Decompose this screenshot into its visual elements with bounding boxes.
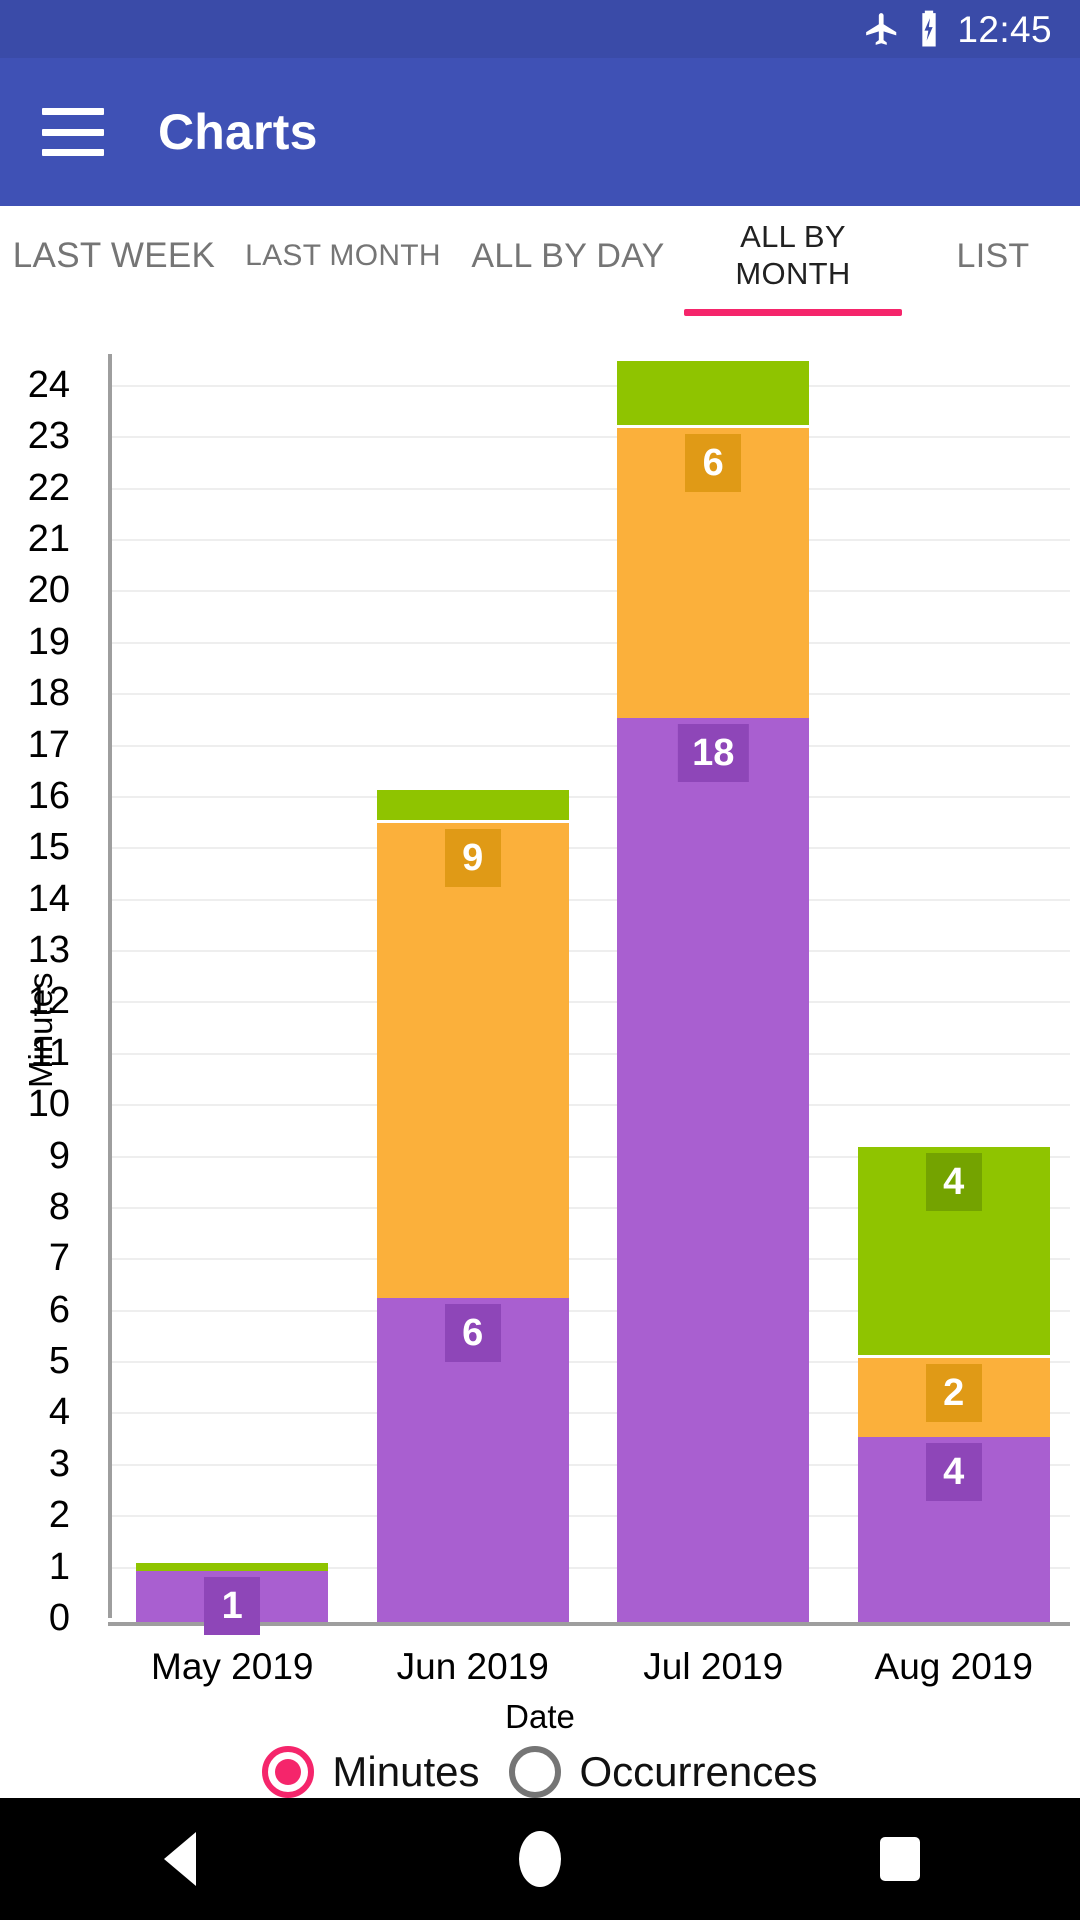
y-axis-tick-label: 17 <box>27 723 70 766</box>
nav-back-button[interactable] <box>105 1798 255 1920</box>
bar-segment-green[interactable] <box>136 1560 329 1571</box>
bar-value-label: 4 <box>925 1443 982 1502</box>
nav-home-button[interactable] <box>465 1798 615 1920</box>
x-axis-tick-label: Aug 2019 <box>874 1646 1033 1687</box>
bar-segment-orange[interactable]: 2 <box>857 1354 1050 1438</box>
bar-value-label: 18 <box>678 723 749 782</box>
radio-occurrences-icon[interactable] <box>509 1746 562 1798</box>
y-axis-tick-label: 21 <box>27 517 70 560</box>
y-axis-tick-label: 23 <box>27 415 70 458</box>
chart-area: Minutes 0 1 2 3 4 5 6 7 8 9 10 11 12 13 14 15 16 17 18 19 20… <box>0 328 1080 1798</box>
bar-value-label: 6 <box>444 1304 501 1363</box>
back-triangle-icon <box>164 1832 196 1886</box>
y-axis-tick-label: 2 <box>48 1494 70 1537</box>
tab-bar: LAST WEEK LAST MONTH ALL BY DAY ALL BY M… <box>0 206 1080 328</box>
page-title: Charts <box>158 104 318 160</box>
bar-segment-orange[interactable]: 6 <box>617 424 810 718</box>
tab-all-by-month[interactable]: ALL BY MONTH <box>678 206 908 328</box>
home-circle-icon <box>519 1831 561 1887</box>
x-axis-tick-label: Jul 2019 <box>643 1646 784 1687</box>
android-nav-bar <box>0 1798 1080 1920</box>
status-bar-time: 12:45 <box>957 8 1052 50</box>
plot-region: 0 1 2 3 4 5 6 7 8 9 10 11 12 13 14 15 16 17 18 19 20 21 22 23 24… <box>28 354 1070 1687</box>
tab-last-week[interactable]: LAST WEEK <box>0 206 228 328</box>
bar-segment-green[interactable] <box>376 787 569 821</box>
y-axis-tick-label: 22 <box>27 466 70 509</box>
x-axis-title: Date <box>505 1698 575 1735</box>
tab-active-indicator <box>684 309 902 316</box>
bar-value-label: 9 <box>444 829 501 888</box>
bar-jul-2019[interactable]: 18 6 <box>617 358 810 1622</box>
status-bar: 12:45 <box>0 0 1080 58</box>
bar-segment-purple[interactable]: 6 <box>376 1298 569 1622</box>
radio-minutes-label: Minutes <box>332 1748 480 1795</box>
y-axis-tick-label: 8 <box>48 1185 70 1228</box>
y-axis-tick-label: 7 <box>48 1237 70 1280</box>
bar-value-label: 2 <box>925 1363 982 1422</box>
series-mode-radio-group: Minutes Occurrences <box>0 1746 1080 1798</box>
y-axis-tick-label: 9 <box>48 1134 70 1177</box>
y-axis-tick-label: 20 <box>27 569 70 612</box>
bar-segment-green[interactable] <box>617 358 810 425</box>
tab-last-month[interactable]: LAST MONTH <box>228 206 458 328</box>
bar-segment-purple[interactable]: 1 <box>136 1570 329 1635</box>
app-bar: Charts <box>0 58 1080 206</box>
radio-occurrences-label: Occurrences <box>579 1748 818 1795</box>
y-axis-tick-label: 6 <box>48 1288 70 1331</box>
battery-charging-icon <box>922 10 937 47</box>
bar-jun-2019[interactable]: 69 <box>376 358 569 1622</box>
y-axis-tick-label: 1 <box>48 1545 70 1588</box>
bar-segment-orange[interactable]: 9 <box>376 820 569 1299</box>
recents-square-icon <box>880 1837 920 1881</box>
tab-list[interactable]: LIST <box>908 206 1078 328</box>
radio-option-occurrences[interactable]: Occurrences <box>509 1746 818 1798</box>
tab-all-by-day[interactable]: ALL BY DAY <box>458 206 678 328</box>
y-axis-tick-label: 4 <box>48 1391 70 1434</box>
y-axis-tick-label: 14 <box>27 877 70 920</box>
bar-value-label: 6 <box>685 433 742 492</box>
bar-segment-purple[interactable]: 18 <box>617 717 810 1622</box>
bar-segment-green[interactable]: 4 <box>857 1144 1050 1355</box>
bar-segment-purple[interactable]: 4 <box>857 1437 1050 1622</box>
x-axis-tick-label: Jun 2019 <box>396 1646 549 1687</box>
y-axis-tick-label: 19 <box>27 620 70 663</box>
radio-option-minutes[interactable]: Minutes <box>262 1746 479 1798</box>
airplane-icon <box>866 13 897 45</box>
radio-minutes-icon[interactable] <box>262 1746 315 1798</box>
y-axis-tick-label: 5 <box>48 1340 70 1383</box>
y-axis-tick-label: 24 <box>27 363 70 406</box>
bar-value-label: 4 <box>925 1153 982 1212</box>
y-axis-tick-label: 16 <box>27 774 70 817</box>
y-axis-tick-label: 13 <box>27 929 70 972</box>
bar-may-2019[interactable]: 1 <box>136 358 329 1635</box>
y-axis-tick-label: 12 <box>27 980 70 1023</box>
nav-recents-button[interactable] <box>825 1798 975 1920</box>
y-axis-tick-label: 11 <box>30 1031 70 1074</box>
tab-all-by-month-label: ALL BY MONTH <box>735 219 851 291</box>
app-root: 12:45 Charts LAST WEEK LAST MONTH ALL BY… <box>0 0 1080 1920</box>
x-axis-tick-label: May 2019 <box>151 1646 314 1687</box>
hamburger-menu-icon[interactable] <box>42 108 104 156</box>
bar-value-label: 1 <box>204 1576 261 1635</box>
y-axis-line <box>108 354 112 1618</box>
y-axis-tick-label: 10 <box>27 1083 70 1126</box>
y-axis-tick-label: 3 <box>48 1442 70 1485</box>
y-axis-tick-label: 0 <box>48 1597 70 1639</box>
y-axis-tick-label: 18 <box>27 672 70 715</box>
bar-aug-2019[interactable]: 4 2 4 <box>857 358 1050 1622</box>
y-axis-tick-label: 15 <box>27 826 70 869</box>
